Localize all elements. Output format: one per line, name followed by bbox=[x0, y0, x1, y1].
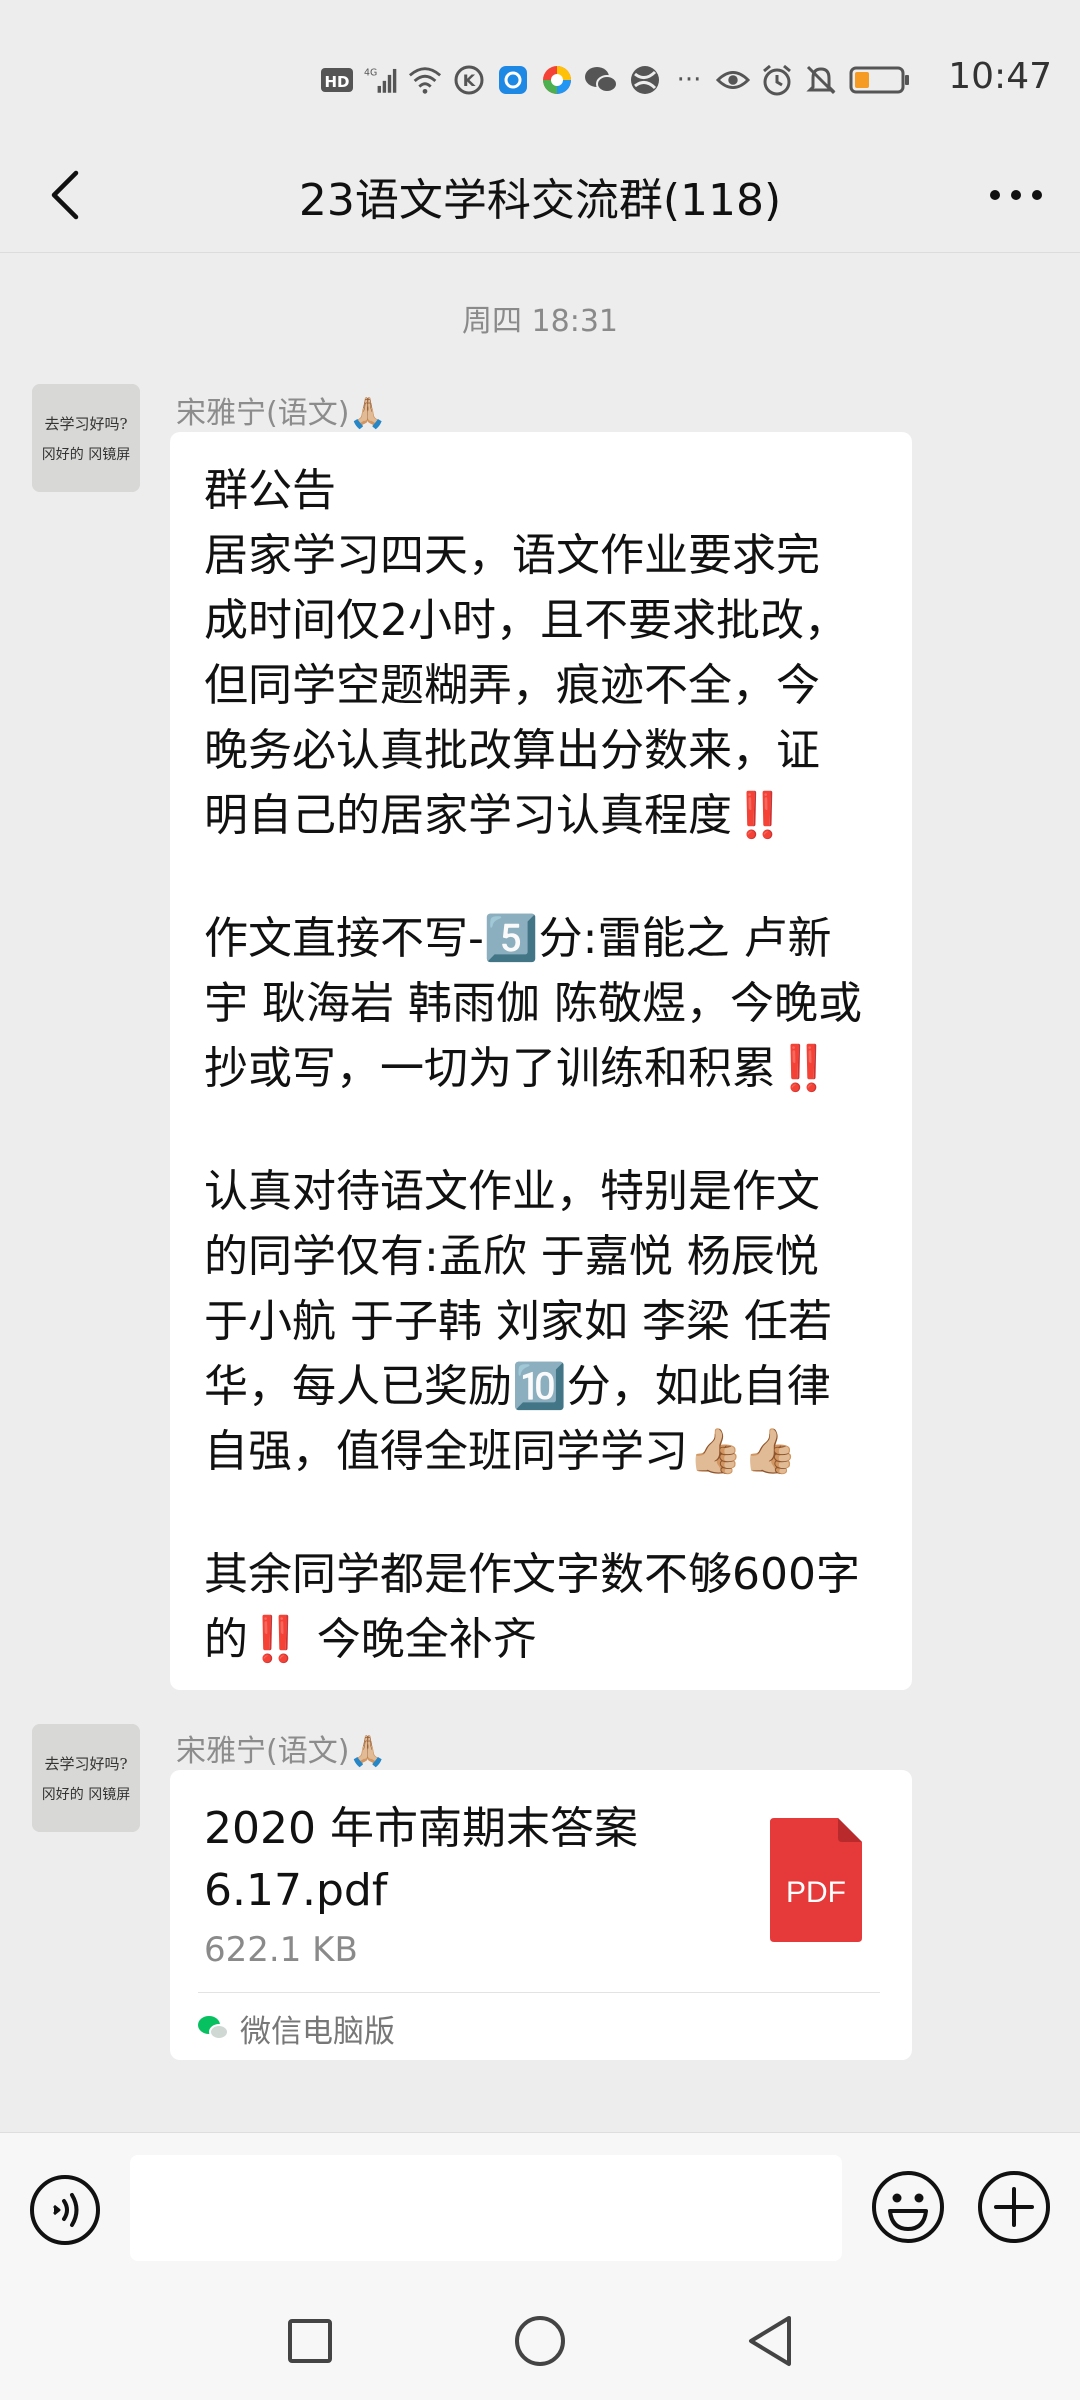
avatar-text-line1: 去学习好吗? bbox=[44, 1755, 127, 1773]
pdf-label: PDF bbox=[786, 1876, 846, 1909]
status-time: 10:47 bbox=[948, 56, 1052, 97]
svg-text:4G: 4G bbox=[364, 68, 377, 79]
more-dots-icon: ··· bbox=[676, 65, 702, 95]
app-sphere-icon bbox=[628, 63, 662, 97]
divider bbox=[198, 1992, 880, 1993]
avatar-image: 去学习好吗? 冈好的 冈镜屏 bbox=[32, 1724, 140, 1832]
recent-apps-button[interactable] bbox=[275, 2306, 345, 2376]
message-line: 晚务必认真批改算出分数来，证 bbox=[204, 725, 820, 776]
file-size: 622.1 KB bbox=[204, 1930, 358, 1970]
file-name-line: 2020 年市南期末答案 bbox=[204, 1803, 638, 1854]
square-icon bbox=[288, 2319, 332, 2363]
triangle-back-icon bbox=[749, 2316, 791, 2366]
input-bar bbox=[0, 2132, 1080, 2283]
message-line: 自强，值得全班同学学习👍🏼👍🏼 bbox=[204, 1426, 798, 1477]
chat-header: 23语文学科交流群(118) bbox=[0, 140, 1080, 253]
avatar-text-line1: 去学习好吗? bbox=[44, 415, 127, 433]
more-horizontal-icon bbox=[990, 190, 1042, 200]
message-input[interactable] bbox=[130, 2155, 842, 2261]
plus-circle-icon bbox=[978, 2171, 1050, 2243]
eye-icon bbox=[716, 63, 750, 97]
alarm-icon bbox=[760, 63, 794, 97]
battery-icon bbox=[848, 63, 912, 97]
message-line: 认真对待语文作业，特别是作文 bbox=[204, 1166, 820, 1217]
svg-text:HD: HD bbox=[324, 73, 349, 91]
message-bubble[interactable]: 群公告 居家学习四天，语文作业要求完 成时间仅2小时，且不要求批改， 但同学空题… bbox=[170, 432, 912, 1690]
voice-input-button[interactable] bbox=[28, 2173, 102, 2247]
file-source: 微信电脑版 bbox=[196, 2002, 395, 2054]
message-line: 成时间仅2小时，且不要求批改， bbox=[204, 595, 848, 646]
message-line: 于小航 于子韩 刘家如 李梁 任若 bbox=[204, 1296, 832, 1347]
message-line: 其余同学都是作文字数不够600字 bbox=[204, 1549, 860, 1600]
page-title: 23语文学科交流群(118) bbox=[298, 175, 782, 226]
back-nav-button[interactable] bbox=[735, 2306, 805, 2376]
home-button[interactable] bbox=[505, 2306, 575, 2376]
status-icons: HD 4G K ··· bbox=[320, 58, 912, 102]
chat-info-button[interactable] bbox=[976, 160, 1056, 230]
more-functions-button[interactable] bbox=[976, 2169, 1052, 2245]
file-name-line: 6.17.pdf bbox=[204, 1865, 388, 1916]
sender-name: 宋雅宁(语文)🙏🏼 bbox=[176, 1734, 387, 1769]
avatar-text-line2: 冈好的 冈镜屏 bbox=[42, 1787, 130, 1803]
message-line: 宇 耿海岩 韩雨伽 陈敬煜，今晚或 bbox=[204, 978, 862, 1029]
file-message-bubble[interactable]: 2020 年市南期末答案 6.17.pdf 622.1 KB PDF 微信电脑版 bbox=[170, 1770, 912, 2060]
mute-icon bbox=[804, 63, 838, 97]
signal-4g-icon: 4G bbox=[364, 63, 398, 97]
app-k-icon: K bbox=[452, 63, 486, 97]
app-browser-icon bbox=[496, 63, 530, 97]
pdf-file-icon: PDF bbox=[770, 1818, 862, 1942]
wechat-pc-icon bbox=[198, 2016, 229, 2040]
message-line: 但同学空题糊弄，痕迹不全，今 bbox=[204, 660, 820, 711]
message-line: 华，每人已奖励🔟分，如此自律 bbox=[204, 1361, 831, 1412]
emoji-button[interactable] bbox=[870, 2169, 946, 2245]
avatar-text-line2: 冈好的 冈镜屏 bbox=[42, 447, 130, 463]
status-bar: HD 4G K ··· 10:47 bbox=[0, 0, 1080, 160]
avatar-image: 去学习好吗? 冈好的 冈镜屏 bbox=[32, 384, 140, 492]
message-line: 作文直接不写-5️⃣分:雷能之 卢新 bbox=[204, 913, 832, 964]
message-line: 的同学仅有:孟欣 于嘉悦 杨辰悦 bbox=[204, 1231, 819, 1282]
avatar[interactable]: 去学习好吗? 冈好的 冈镜屏 bbox=[32, 384, 140, 492]
file-name: 2020 年市南期末答案 6.17.pdf bbox=[204, 1798, 744, 1922]
voice-icon bbox=[30, 2175, 100, 2245]
wechat-icon bbox=[584, 63, 618, 97]
svg-text:K: K bbox=[463, 71, 476, 90]
message-timestamp: 周四 18:31 bbox=[462, 304, 618, 339]
smiley-icon bbox=[872, 2171, 944, 2243]
system-navigation-bar bbox=[0, 2282, 1080, 2400]
file-source-label: 微信电脑版 bbox=[240, 2013, 395, 2050]
message-line: 居家学习四天，语文作业要求完 bbox=[204, 530, 820, 581]
sender-name: 宋雅宁(语文)🙏🏼 bbox=[176, 396, 387, 431]
message-line: 的‼️ 今晚全补齐 bbox=[204, 1614, 537, 1665]
app-colorful-icon bbox=[540, 63, 574, 97]
message-line: 抄或写，一切为了训练和积累‼️ bbox=[204, 1043, 831, 1094]
message-line: 群公告 bbox=[204, 465, 336, 516]
avatar[interactable]: 去学习好吗? 冈好的 冈镜屏 bbox=[32, 1724, 140, 1832]
message-line: 明自己的居家学习认真程度‼️ bbox=[204, 790, 787, 841]
wifi-icon bbox=[408, 63, 442, 97]
hd-icon: HD bbox=[320, 63, 354, 97]
circle-icon bbox=[515, 2316, 565, 2366]
